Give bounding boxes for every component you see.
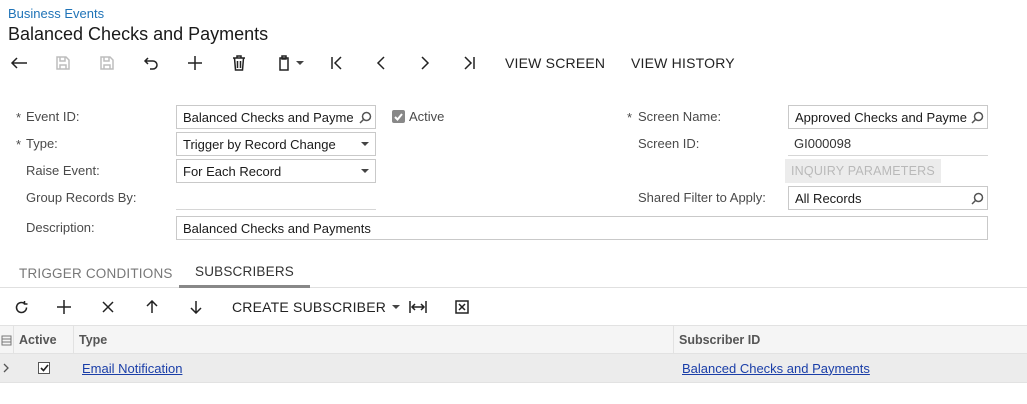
create-subscriber-label: CREATE SUBSCRIBER (232, 299, 387, 315)
close-icon[interactable] (97, 294, 119, 320)
table-row[interactable]: Email Notification Balanced Checks and P… (0, 354, 1027, 383)
create-subscriber-button[interactable]: CREATE SUBSCRIBER (232, 294, 401, 320)
search-icon[interactable] (355, 106, 375, 128)
clipboard-icon[interactable] (272, 50, 308, 76)
group-records-field[interactable] (176, 186, 376, 210)
shared-filter-field[interactable]: All Records (788, 186, 988, 210)
row-subscriber-link[interactable]: Balanced Checks and Payments (682, 354, 870, 382)
tab-trigger-conditions[interactable]: TRIGGER CONDITIONS (19, 258, 173, 288)
prev-record-icon[interactable] (370, 50, 392, 76)
row-type-link[interactable]: Email Notification (82, 354, 182, 382)
search-icon[interactable] (967, 187, 987, 209)
chevron-down-icon[interactable] (355, 133, 375, 155)
raise-event-select[interactable]: For Each Record (176, 159, 376, 183)
active-checkbox[interactable] (392, 110, 405, 123)
grid-header: Active Type Subscriber ID (0, 325, 1027, 354)
required-marker: * (627, 110, 633, 125)
arrow-up-icon[interactable] (141, 294, 163, 320)
view-screen-button[interactable]: VIEW SCREEN (505, 50, 605, 76)
required-marker: * (16, 137, 22, 152)
trash-icon[interactable] (228, 50, 250, 76)
chevron-down-icon (296, 61, 304, 65)
screen-name-value: Approved Checks and Payme (795, 109, 967, 125)
main-toolbar: VIEW SCREEN VIEW HISTORY (0, 50, 1027, 76)
description-label: Description: (26, 220, 95, 235)
row-chevron-right-icon[interactable] (3, 354, 13, 382)
type-label: Type: (26, 136, 58, 151)
column-header-subscriber-id[interactable]: Subscriber ID (674, 326, 1027, 354)
event-id-label: Event ID: (26, 109, 80, 124)
required-marker: * (16, 110, 22, 125)
next-record-icon[interactable] (414, 50, 436, 76)
export-excel-icon[interactable] (451, 294, 473, 320)
plus-icon[interactable] (184, 50, 206, 76)
screen-id-value: GI000098 (788, 132, 988, 156)
arrow-down-icon[interactable] (185, 294, 207, 320)
subscriber-id-link[interactable]: Balanced Checks and Payments (682, 361, 870, 376)
description-value: Balanced Checks and Payments (183, 220, 371, 236)
screen-name-label: Screen Name: (638, 109, 722, 124)
chevron-down-icon (392, 305, 401, 309)
active-label: Active (409, 109, 445, 124)
shared-filter-value: All Records (795, 190, 862, 206)
undo-icon[interactable] (140, 50, 162, 76)
tab-bar: TRIGGER CONDITIONS SUBSCRIBERS (0, 258, 1027, 288)
view-history-button[interactable]: VIEW HISTORY (631, 50, 735, 76)
raise-event-value: For Each Record (183, 163, 282, 179)
inquiry-parameters-button[interactable]: INQUIRY PARAMETERS (785, 159, 941, 183)
first-record-icon[interactable] (326, 50, 348, 76)
event-id-value: Balanced Checks and Payme (183, 109, 354, 125)
last-record-icon[interactable] (458, 50, 480, 76)
fit-columns-icon[interactable] (407, 294, 429, 320)
back-arrow-icon[interactable] (8, 50, 30, 76)
column-header-type[interactable]: Type (74, 326, 674, 354)
save-close-icon[interactable] (52, 50, 74, 76)
page-title: Balanced Checks and Payments (8, 24, 269, 44)
type-value: Trigger by Record Change (183, 136, 336, 152)
save-icon[interactable] (96, 50, 118, 76)
row-active-checkbox[interactable] (38, 354, 52, 382)
column-header-active[interactable]: Active (14, 326, 74, 354)
screen-name-field[interactable]: Approved Checks and Payme (788, 105, 988, 129)
breadcrumb[interactable]: Business Events (8, 6, 104, 21)
email-notification-link[interactable]: Email Notification (82, 361, 182, 376)
group-records-label: Group Records By: (26, 190, 137, 205)
chevron-down-icon[interactable] (355, 160, 375, 182)
raise-event-label: Raise Event: (26, 163, 100, 178)
tab-subscribers[interactable]: SUBSCRIBERS (179, 258, 310, 288)
search-icon[interactable] (967, 106, 987, 128)
refresh-icon[interactable] (10, 294, 32, 320)
grid-toolbar: CREATE SUBSCRIBER (0, 294, 1027, 320)
event-id-field[interactable]: Balanced Checks and Payme (176, 105, 376, 129)
description-field[interactable]: Balanced Checks and Payments (176, 216, 988, 240)
type-select[interactable]: Trigger by Record Change (176, 132, 376, 156)
shared-filter-label: Shared Filter to Apply: (638, 190, 766, 205)
plus-icon[interactable] (53, 294, 75, 320)
column-settings-icon[interactable] (0, 326, 14, 354)
screen-id-label: Screen ID: (638, 136, 700, 151)
